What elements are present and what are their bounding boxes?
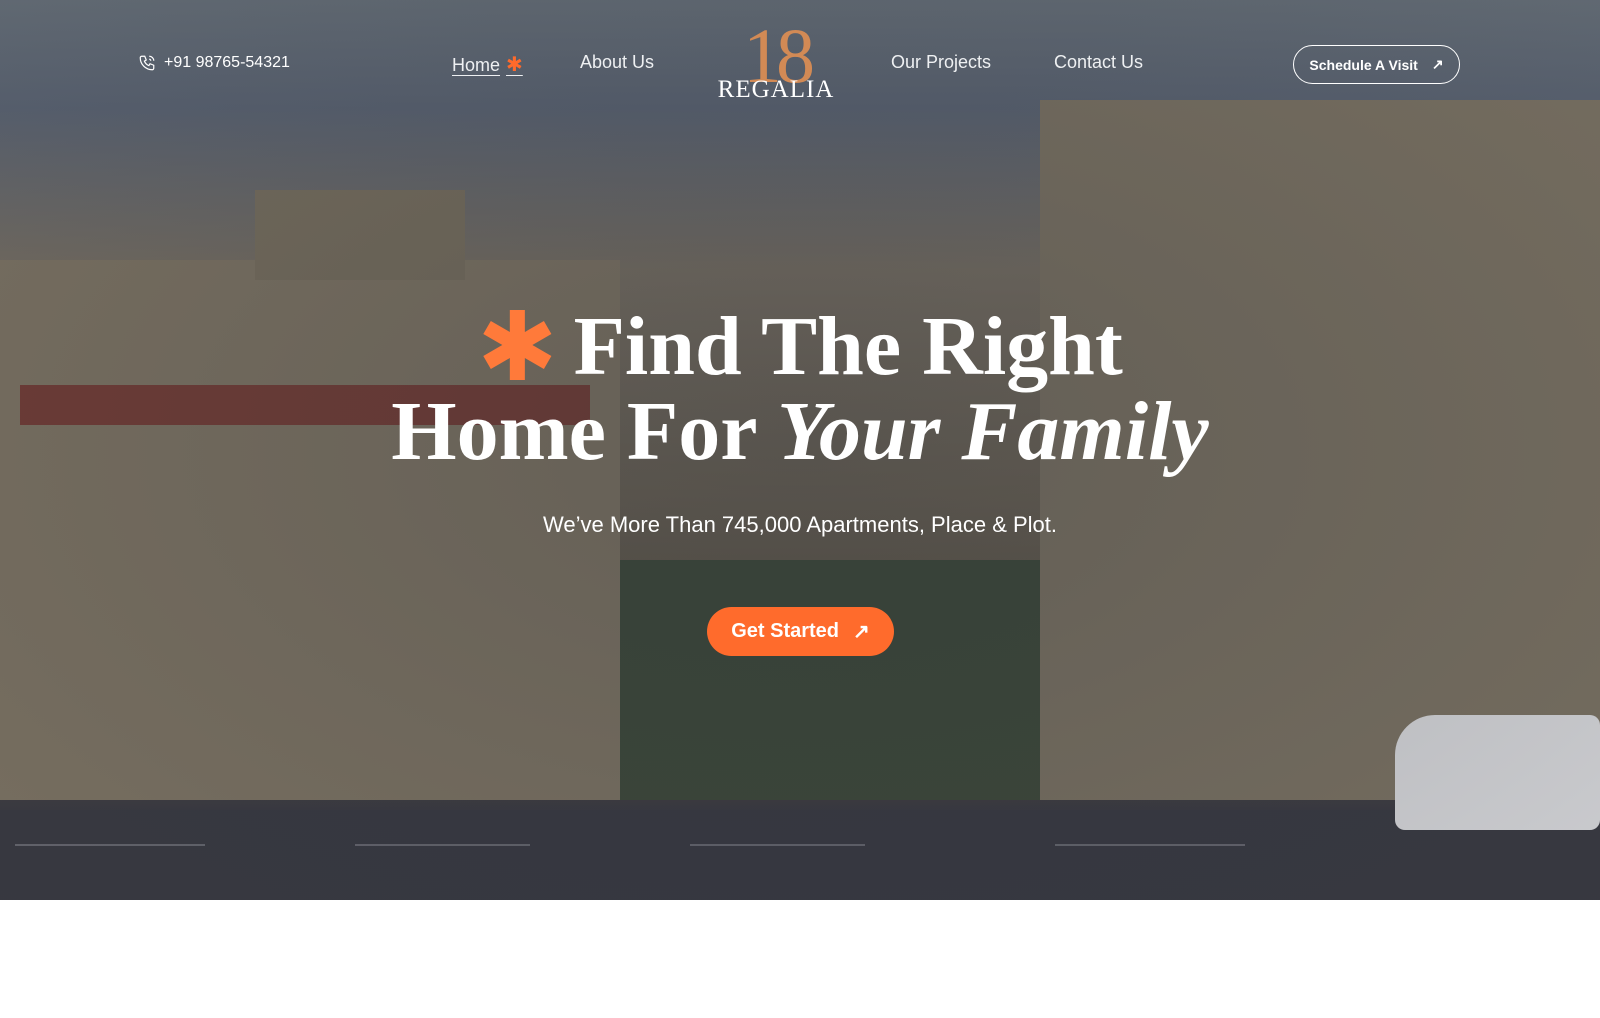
phone-link[interactable]: +91 98765-54321: [138, 54, 290, 72]
nav-home-label: Home: [452, 55, 501, 75]
title-text: Find The Right: [573, 300, 1123, 393]
hero-title-line2: Home For Your Family: [0, 390, 1600, 474]
nav-contact-us[interactable]: Contact Us: [1054, 52, 1143, 73]
nav-home[interactable]: Home ✱: [452, 52, 523, 77]
asterisk-icon: ✱: [506, 54, 523, 76]
nav-our-projects[interactable]: Our Projects: [891, 52, 991, 73]
get-started-button[interactable]: Get Started ↗: [707, 607, 894, 656]
nav-about-us[interactable]: About Us: [580, 52, 654, 73]
title-plain: Home For: [391, 385, 756, 478]
phone-number: +91 98765-54321: [164, 54, 290, 71]
schedule-visit-button[interactable]: Schedule A Visit ↗: [1293, 45, 1460, 84]
hero-subtitle: We’ve More Than 745,000 Apartments, Plac…: [542, 512, 1058, 537]
hero-title-line1: ✱ Find The Right: [0, 300, 1600, 396]
arrow-up-right-icon: ↗: [853, 621, 870, 643]
arrow-up-right-icon: ↗: [1431, 56, 1444, 72]
logo-word: REGALIA: [717, 76, 835, 103]
title-italic: Your Family: [776, 385, 1209, 478]
schedule-visit-label: Schedule A Visit: [1309, 56, 1418, 73]
top-nav: +91 98765-54321 Home ✱ About Us 18 REGALI…: [0, 0, 1600, 130]
regalia-logo[interactable]: 18 REGALIA: [716, 16, 836, 112]
phone-icon: [139, 55, 155, 71]
get-started-label: Get Started: [731, 620, 840, 642]
